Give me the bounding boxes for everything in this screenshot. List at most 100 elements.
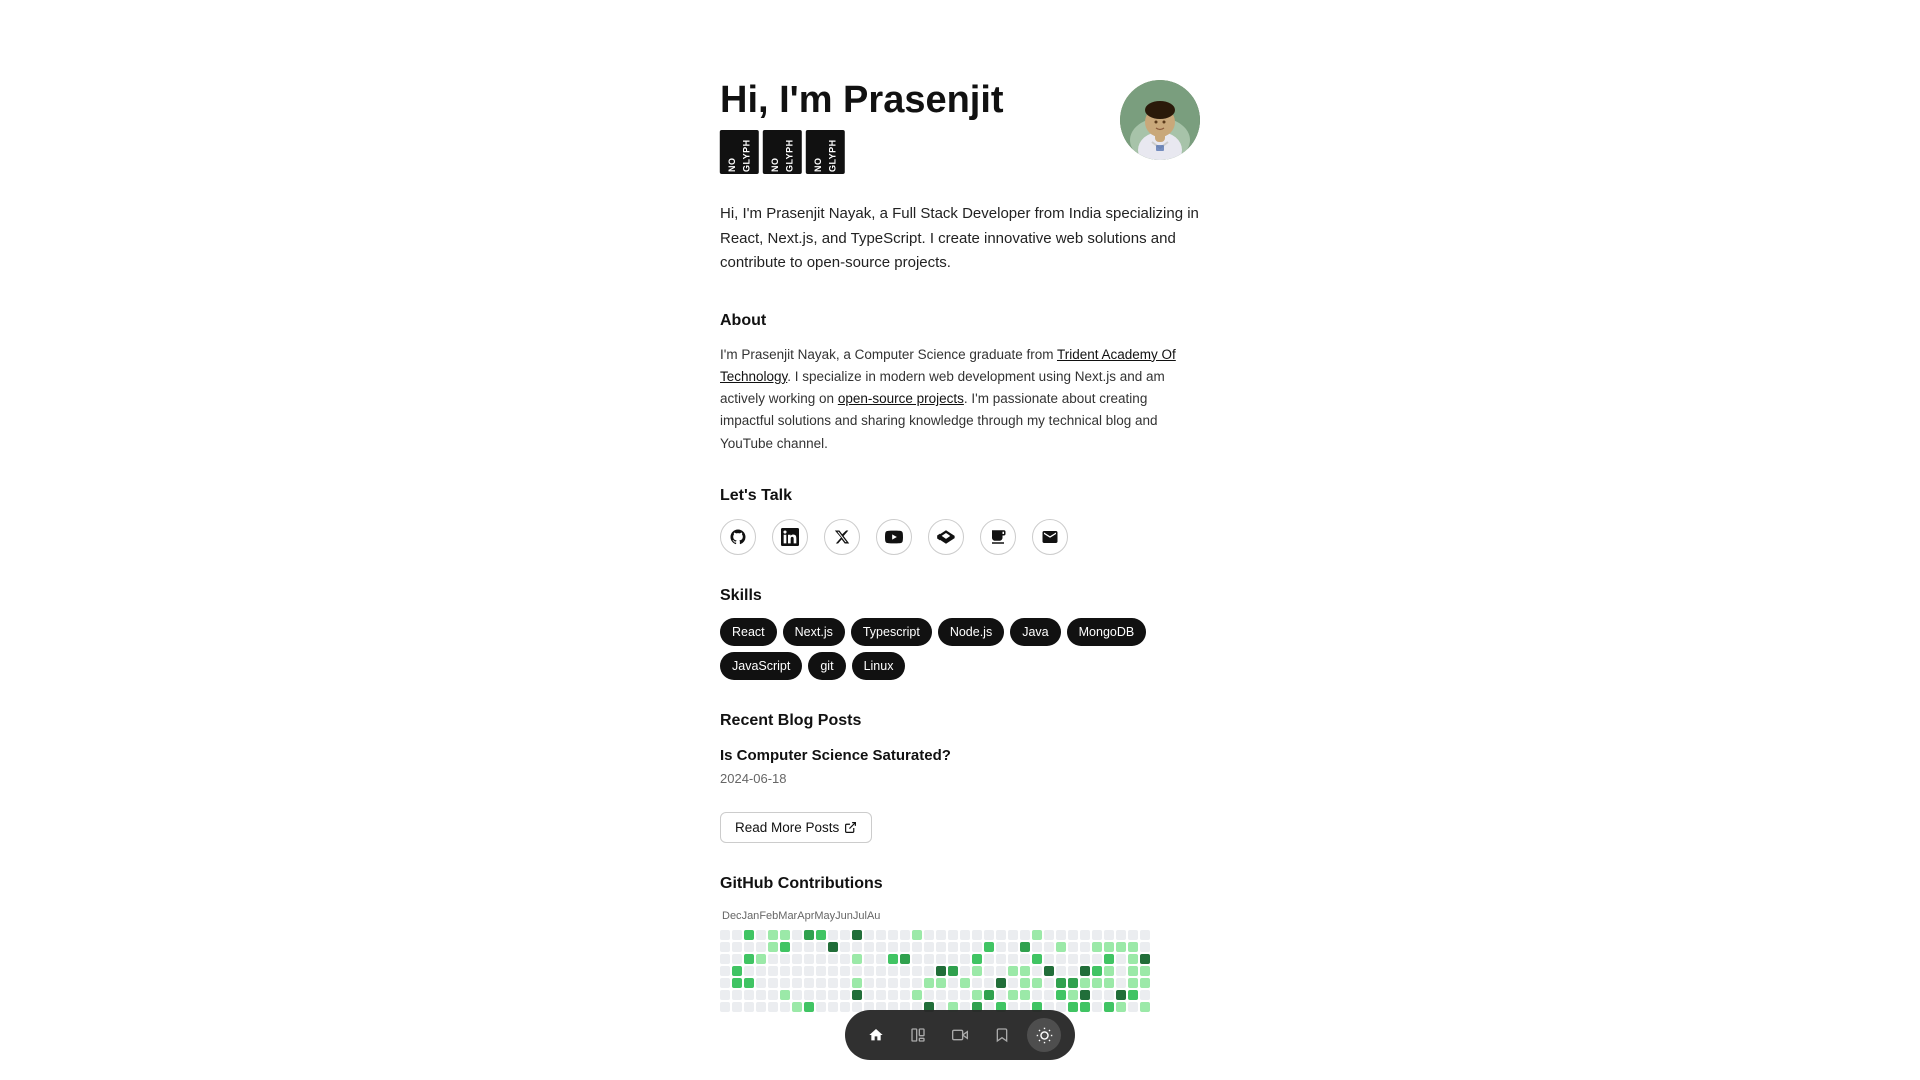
contrib-cell [936,954,946,964]
contrib-cell [768,954,778,964]
contrib-cell [1092,930,1102,940]
contrib-cell [1044,942,1054,952]
contrib-cell [720,978,730,988]
contrib-cell [720,930,730,940]
contrib-col [744,930,754,1012]
contrib-cell [900,942,910,952]
read-more-label: Read More Posts [735,820,839,835]
contrib-cell [1020,990,1030,1000]
contrib-cell [1020,978,1030,988]
header-badge-3: NO GLYPH [806,130,845,174]
coffee-icon[interactable] [980,519,1016,555]
contrib-cell [1140,990,1150,1000]
blog-section: Recent Blog Posts Is Computer Science Sa… [720,708,1200,842]
contrib-cell [1032,978,1042,988]
contrib-cell [1128,966,1138,976]
contrib-cell [1068,966,1078,976]
contrib-cell [888,954,898,964]
contrib-cell [948,966,958,976]
trident-link[interactable]: Trident Academy Of Technology [720,347,1176,384]
contrib-col [1116,930,1126,1012]
video-toolbar-btn[interactable] [943,1018,977,1052]
theme-toolbar-btn[interactable] [1027,1018,1061,1052]
contrib-cell [1056,930,1066,940]
contrib-cell [1128,990,1138,1000]
contrib-cell [1008,990,1018,1000]
contrib-cell [1068,1002,1078,1012]
contrib-cell [1068,954,1078,964]
codepen-icon[interactable] [928,519,964,555]
contrib-cell [912,942,922,952]
contrib-col [1104,930,1114,1012]
month-mar: Mar [778,908,797,926]
contrib-cell [996,930,1006,940]
github-section: GitHub Contributions Dec Jan Feb Mar Apr… [720,871,1200,1012]
contrib-cell [924,954,934,964]
contrib-cell [828,990,838,1000]
about-section: About I'm Prasenjit Nayak, a Computer Sc… [720,308,1200,455]
contrib-cell [1128,930,1138,940]
contrib-cell [1116,930,1126,940]
contrib-cell [1008,966,1018,976]
skill-nodejs: Node.js [938,618,1004,646]
contrib-cell [948,990,958,1000]
skill-javascript: JavaScript [720,652,802,680]
contrib-cell [1068,942,1078,952]
contrib-cell [984,978,994,988]
contrib-cell [960,990,970,1000]
contrib-cell [1008,954,1018,964]
contrib-col [936,930,946,1012]
contrib-cell [1104,966,1114,976]
youtube-icon[interactable] [876,519,912,555]
contrib-col [1056,930,1066,1012]
contrib-col [852,930,862,1012]
contrib-cell [804,990,814,1000]
github-icon[interactable] [720,519,756,555]
contrib-col [780,930,790,1012]
contrib-cell [960,954,970,964]
contrib-cell [960,930,970,940]
opensource-link[interactable]: open-source projects [838,391,964,406]
contrib-cell [732,978,742,988]
contrib-cell [840,942,850,952]
contrib-col [720,930,730,1012]
read-more-button[interactable]: Read More Posts [720,812,872,843]
contrib-cell [852,942,862,952]
contrib-cell [960,978,970,988]
layout-toolbar-btn[interactable] [901,1018,935,1052]
contrib-cell [1080,966,1090,976]
bio-text: Hi, I'm Prasenjit Nayak, a Full Stack De… [720,202,1200,276]
linkedin-icon[interactable] [772,519,808,555]
contrib-cell [852,1002,862,1012]
contrib-col [1080,930,1090,1012]
contrib-cell [840,978,850,988]
contrib-cell [852,990,862,1000]
header-badge-1: NO GLYPH [720,130,759,174]
about-title: About [720,308,1200,334]
contrib-col [828,930,838,1012]
contrib-col [912,930,922,1012]
contrib-col [768,930,778,1012]
contrib-cell [924,978,934,988]
contrib-cell [720,966,730,976]
contrib-cell [876,942,886,952]
home-toolbar-btn[interactable] [859,1018,893,1052]
contrib-cell [720,1002,730,1012]
contrib-cell [828,954,838,964]
contrib-cell [744,978,754,988]
contrib-cell [1044,978,1054,988]
email-icon[interactable] [1032,519,1068,555]
contrib-cell [852,930,862,940]
contrib-grid [720,930,1200,1012]
twitter-x-icon[interactable] [824,519,860,555]
contrib-cell [828,1002,838,1012]
contrib-cell [1104,978,1114,988]
bookmark-toolbar-btn[interactable] [985,1018,1019,1052]
blog-post-date: 2024-06-18 [720,769,1200,790]
contrib-cell [756,966,766,976]
contrib-col [1068,930,1078,1012]
contrib-cell [1140,954,1150,964]
contrib-col [1044,930,1054,1012]
contrib-cell [792,966,802,976]
contrib-cell [1056,954,1066,964]
